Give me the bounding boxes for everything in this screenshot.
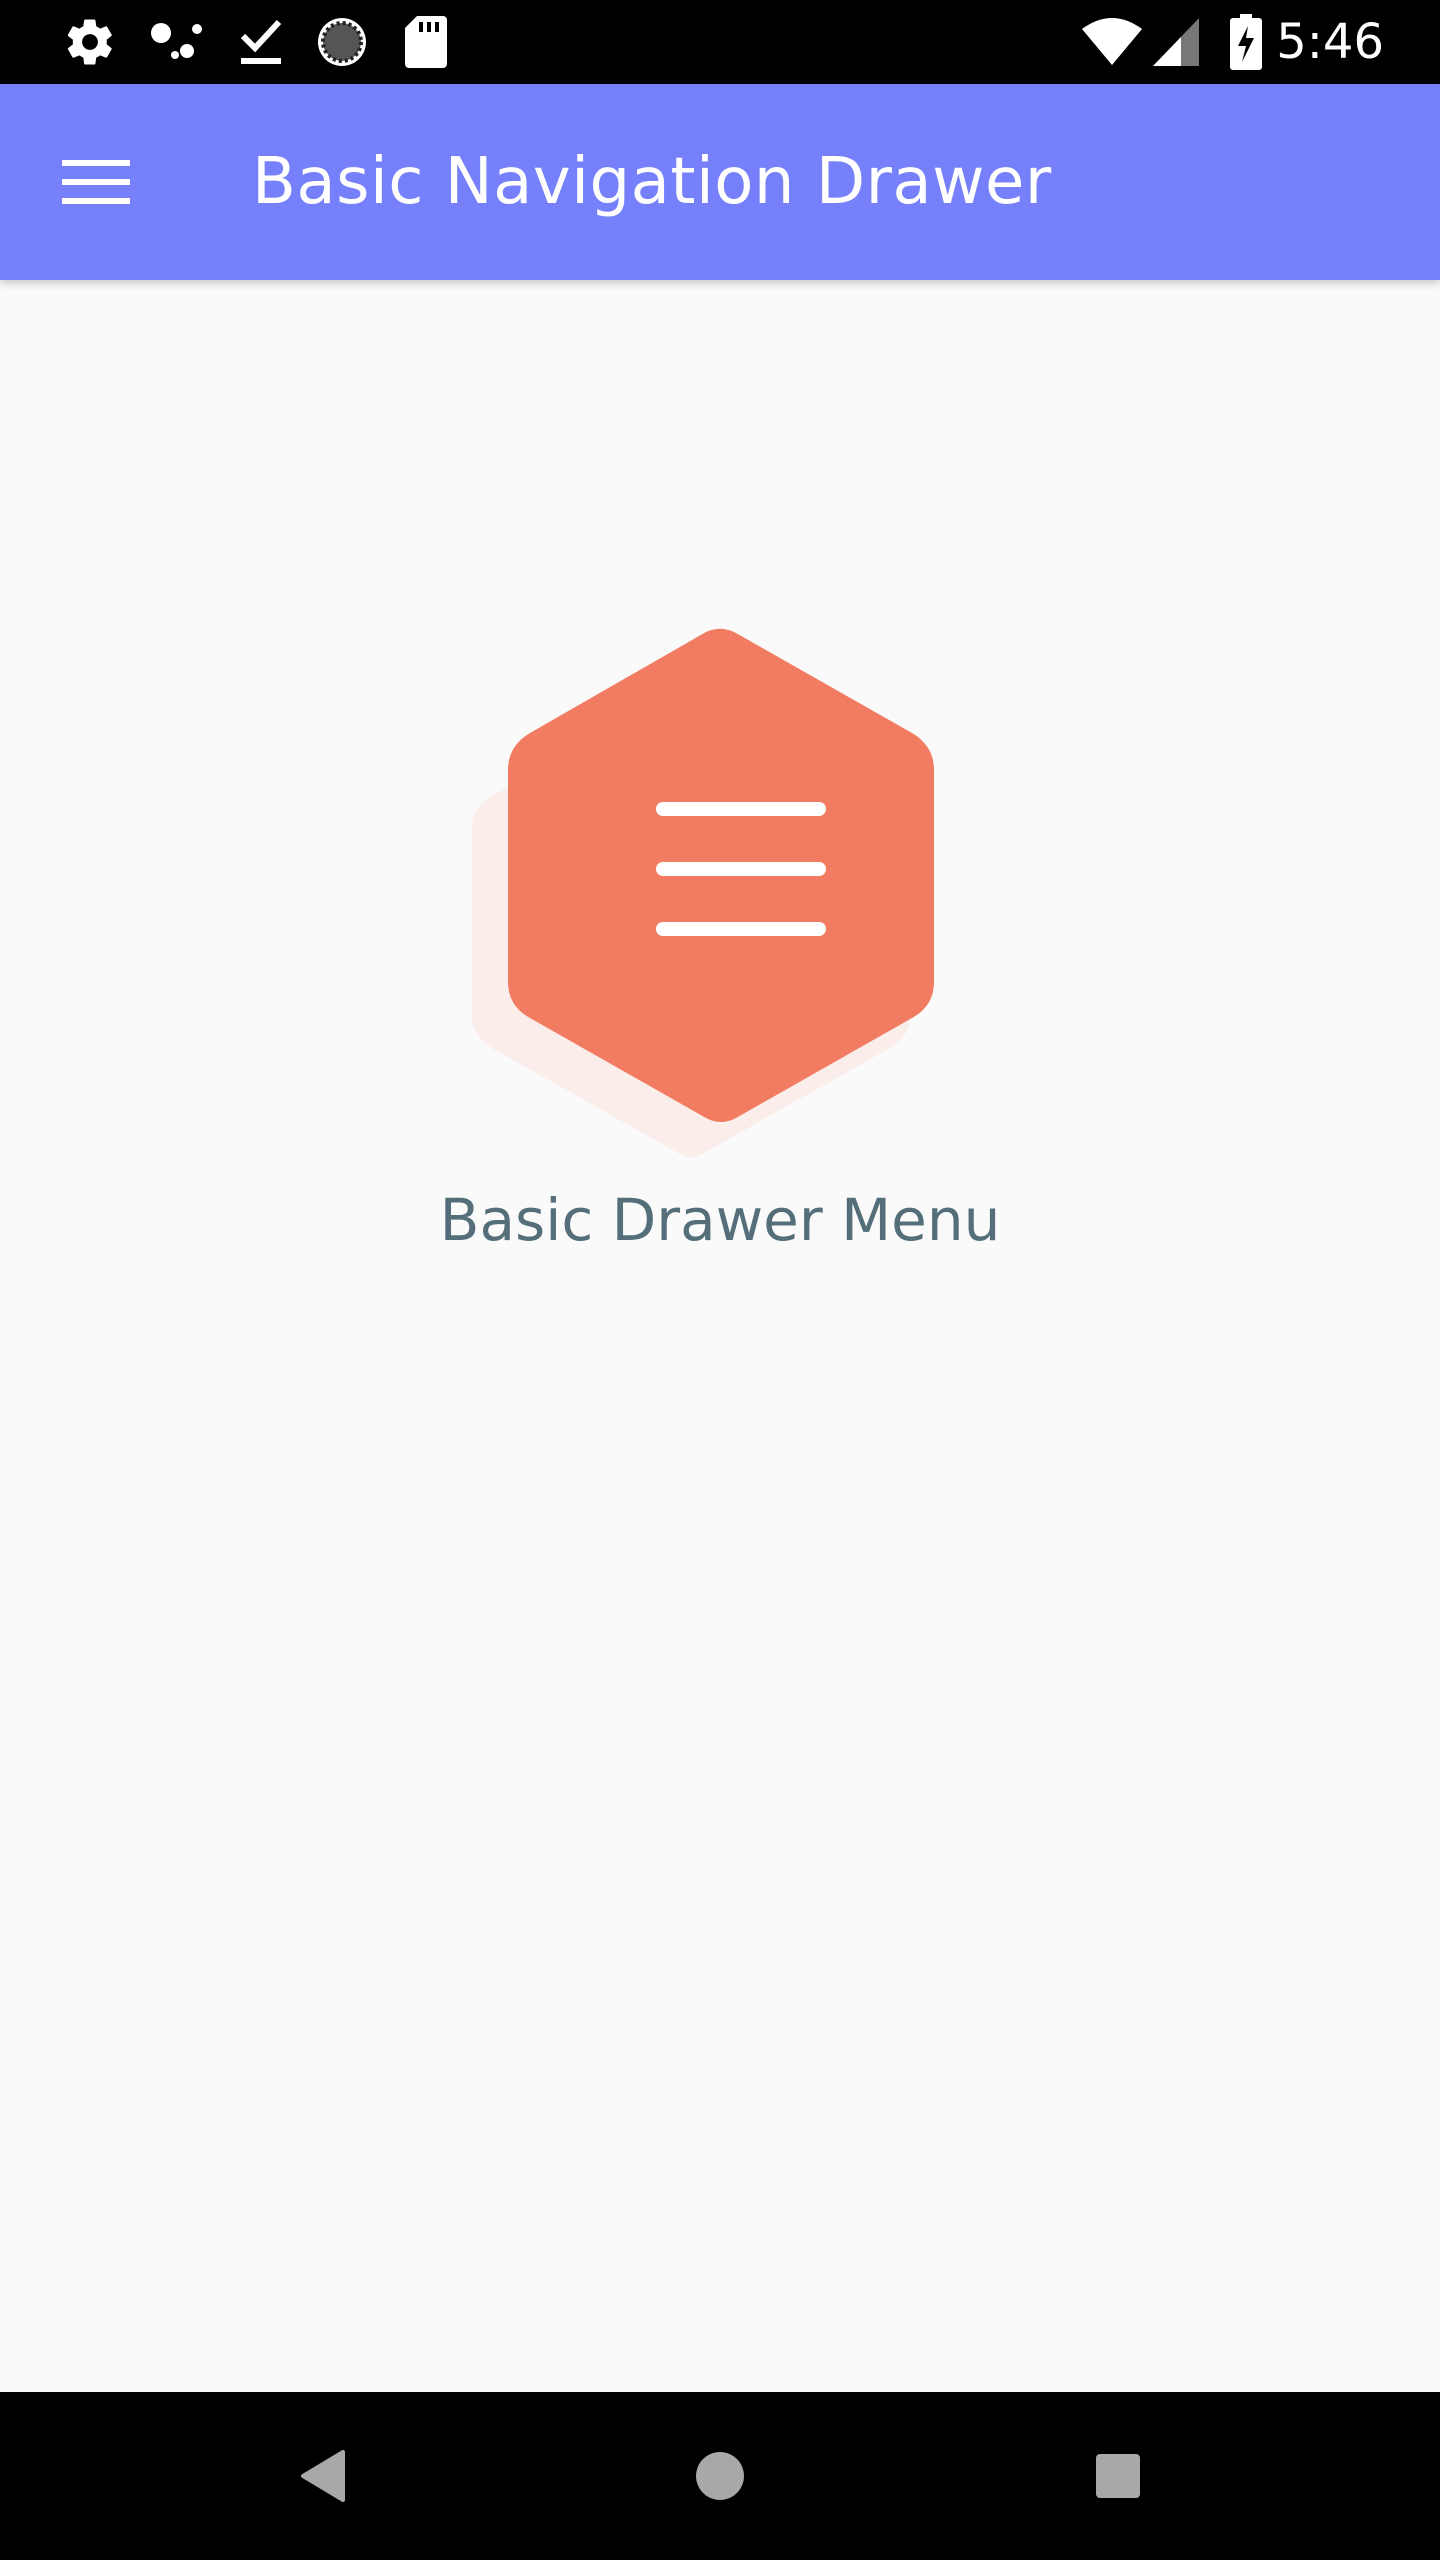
home-icon[interactable] — [672, 2428, 768, 2524]
assistant-dots-icon — [146, 0, 206, 84]
status-bar: 5:46 — [0, 0, 1440, 84]
download-done-icon — [234, 0, 288, 84]
hexagon-menu-icon — [470, 620, 970, 1160]
battery-charging-icon — [1228, 0, 1264, 84]
sd-card-icon — [404, 0, 448, 84]
hero-caption: Basic Drawer Menu — [439, 1186, 1001, 1254]
status-time: 5:46 — [1276, 14, 1384, 70]
app-bar: Basic Navigation Drawer — [0, 84, 1440, 280]
app-screen: 5:46 Basic Navigation Drawer Basic Drawe… — [0, 0, 1440, 2560]
settings-icon — [62, 0, 118, 84]
recents-icon[interactable] — [1070, 2428, 1166, 2524]
cell-signal-icon — [1150, 0, 1202, 84]
app-title: Basic Navigation Drawer — [252, 145, 1052, 219]
sync-progress-icon — [314, 0, 370, 84]
hamburger-menu-icon[interactable] — [48, 134, 144, 230]
back-icon[interactable] — [274, 2428, 370, 2524]
wifi-icon — [1080, 0, 1144, 84]
system-nav-bar — [0, 2392, 1440, 2560]
